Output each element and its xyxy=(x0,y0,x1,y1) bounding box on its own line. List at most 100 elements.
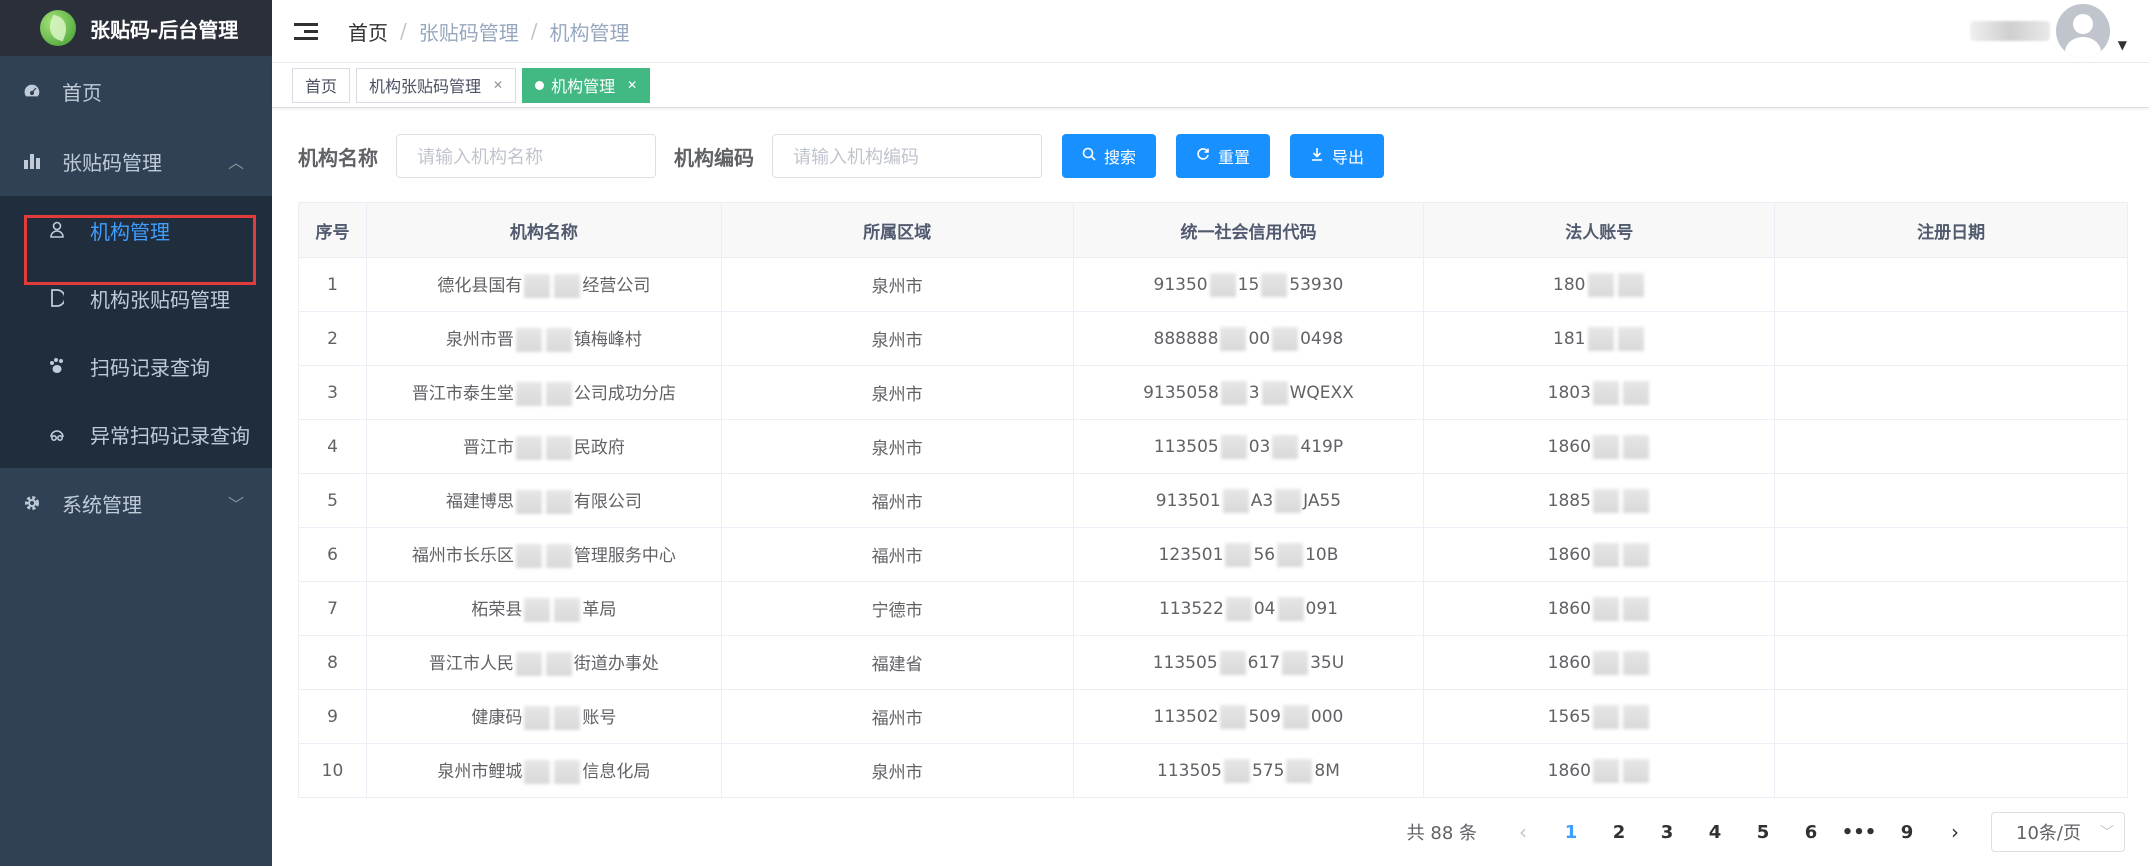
breadcrumb-poster-code: 张贴码管理 xyxy=(418,20,519,45)
cell-name: 泉州市晋 镇梅峰村 xyxy=(365,311,722,366)
tag-org-management[interactable]: 机构管理 ✕ xyxy=(522,67,651,103)
page-1[interactable]: 1 xyxy=(1547,822,1595,843)
table-row[interactable]: 3 晋江市泰生堂 公司成功分店 泉州市 9135058 3 WQEXX 1803 xyxy=(298,365,2128,420)
cell-legal-account: 1860 xyxy=(1423,581,1776,636)
cell-legal-account: 1565 xyxy=(1423,689,1776,744)
logo[interactable]: 张贴码-后台管理 xyxy=(0,0,272,56)
search-icon xyxy=(1082,147,1096,165)
table-row[interactable]: 7 柘荣县 革局 宁德市 113522 04 091 1860 xyxy=(298,581,2128,636)
more-pages-icon[interactable]: ••• xyxy=(1835,822,1883,843)
caret-down-icon[interactable]: ▼ xyxy=(2118,38,2127,52)
cell-region: 福州市 xyxy=(720,527,1074,582)
export-button[interactable]: 导出 xyxy=(1290,134,1385,178)
col-header-credit-code: 统一社会信用代码 xyxy=(1072,202,1425,258)
table-row[interactable]: 1 德化县国有 经营公司 泉州市 91350 15 53930 180 xyxy=(298,257,2128,312)
breadcrumb-separator: / xyxy=(400,19,407,43)
next-page-icon[interactable]: › xyxy=(1931,820,1979,844)
masked-blur xyxy=(1592,704,1619,729)
table-row[interactable]: 4 晋江市 民政府 泉州市 113505 03 419P 1860 xyxy=(298,419,2128,474)
sidebar-item-abnormal-scan-records[interactable]: 异常扫码记录查询 xyxy=(0,400,272,468)
table-row[interactable]: 8 晋江市人民 街道办事处 福建省 113505 617 35U 1860 xyxy=(298,635,2128,690)
export-button-label: 导出 xyxy=(1332,148,1365,167)
col-header-region: 所属区域 xyxy=(720,202,1074,258)
masked-blur xyxy=(1617,326,1644,351)
hamburger-icon[interactable] xyxy=(294,22,318,40)
tag-home[interactable]: 首页 xyxy=(292,67,351,103)
masked-blur xyxy=(554,706,581,730)
masked-blur xyxy=(1592,596,1619,621)
tag-label: 机构张贴码管理 xyxy=(369,77,482,96)
cell-no: 8 xyxy=(298,635,367,690)
masked-blur xyxy=(1592,434,1619,459)
cell-credit-code: 113502 509 000 xyxy=(1072,689,1425,744)
table-row[interactable]: 9 健康码 账号 福州市 113502 509 000 1565 xyxy=(298,689,2128,744)
cell-credit-code: 113522 04 091 xyxy=(1072,581,1425,636)
page-size-select[interactable]: 10条/页 ﹀ xyxy=(1991,812,2125,852)
tag-label: 首页 xyxy=(305,77,338,96)
page-3[interactable]: 3 xyxy=(1643,822,1691,843)
org-name-input[interactable]: 请输入机构名称 xyxy=(396,134,656,178)
masked-blur xyxy=(1592,380,1619,405)
gear-icon xyxy=(22,493,42,513)
masked-blur xyxy=(1622,758,1649,783)
table-row[interactable]: 10 泉州市鲤城 信息化局 泉州市 113505 575 8M 1860 xyxy=(298,743,2128,798)
search-button[interactable]: 搜索 xyxy=(1062,134,1157,178)
cell-region: 宁德市 xyxy=(720,581,1074,636)
sidebar-item-label: 机构张贴码管理 xyxy=(90,287,230,312)
breadcrumb: 首页 / 张贴码管理 / 机构管理 xyxy=(348,17,630,46)
org-code-input[interactable]: 请输入机构编码 xyxy=(772,134,1042,178)
page-5[interactable]: 5 xyxy=(1739,822,1787,843)
masked-blur xyxy=(1622,488,1649,513)
masked-blur xyxy=(1261,272,1288,297)
masked-blur xyxy=(1225,542,1252,567)
cell-reg-date xyxy=(1774,365,2128,420)
masked-blur xyxy=(1282,650,1309,675)
sidebar-item-home[interactable]: 首页 xyxy=(0,56,272,126)
sidebar-item-label: 异常扫码记录查询 xyxy=(90,423,250,448)
cell-no: 5 xyxy=(298,473,367,528)
masked-blur xyxy=(1220,326,1247,351)
breadcrumb-home[interactable]: 首页 xyxy=(348,17,388,46)
cell-no: 10 xyxy=(298,743,367,798)
cell-credit-code: 123501 56 10B xyxy=(1072,527,1425,582)
page-9[interactable]: 9 xyxy=(1883,822,1931,843)
avatar[interactable] xyxy=(2055,4,2110,58)
masked-blur xyxy=(1622,596,1649,621)
reset-button[interactable]: 重置 xyxy=(1176,134,1271,178)
page-6[interactable]: 6 xyxy=(1787,822,1835,843)
sidebar: 张贴码-后台管理 首页 张贴码管理 ︿ 机构管理 机构张贴码管理 扫码记录查询 … xyxy=(0,0,272,866)
masked-blur xyxy=(1220,380,1247,405)
sidebar-item-org-poster-code[interactable]: 机构张贴码管理 xyxy=(0,264,272,332)
prev-page-icon[interactable]: ‹ xyxy=(1499,820,1547,844)
dashboard-icon xyxy=(22,81,42,101)
navbar: 首页 / 张贴码管理 / 机构管理 ▼ xyxy=(272,0,2149,63)
cell-no: 9 xyxy=(298,689,367,744)
page-4[interactable]: 4 xyxy=(1691,822,1739,843)
cell-credit-code: 9135058 3 WQEXX xyxy=(1072,365,1425,420)
page-2[interactable]: 2 xyxy=(1595,822,1643,843)
table-row[interactable]: 6 福州市长乐区 管理服务中心 福州市 123501 56 10B 1860 xyxy=(298,527,2128,582)
sidebar-item-label: 机构管理 xyxy=(90,219,170,244)
tag-org-poster-code[interactable]: 机构张贴码管理 ✕ xyxy=(356,67,517,103)
table-header-row: 序号 机构名称 所属区域 统一社会信用代码 法人账号 注册日期 xyxy=(298,202,2128,258)
cell-region: 泉州市 xyxy=(720,743,1074,798)
masked-blur xyxy=(524,274,551,298)
sidebar-item-org-management[interactable]: 机构管理 xyxy=(0,196,272,264)
sidebar-item-system[interactable]: 系统管理 ﹀ xyxy=(0,468,272,538)
close-icon[interactable]: ✕ xyxy=(627,78,637,92)
search-button-label: 搜索 xyxy=(1104,148,1137,167)
user-menu[interactable]: ▼ xyxy=(1969,4,2127,58)
cell-region: 泉州市 xyxy=(720,311,1074,366)
cell-region: 福州市 xyxy=(720,689,1074,744)
masked-blur xyxy=(554,274,581,298)
table-row[interactable]: 2 泉州市晋 镇梅峰村 泉州市 888888 00 0498 181 xyxy=(298,311,2128,366)
sidebar-item-scan-records[interactable]: 扫码记录查询 xyxy=(0,332,272,400)
cell-credit-code: 113505 575 8M xyxy=(1072,743,1425,798)
sidebar-item-poster-code[interactable]: 张贴码管理 ︿ xyxy=(0,126,272,196)
cell-legal-account: 1860 xyxy=(1423,743,1776,798)
table-row[interactable]: 5 福建博思 有限公司 福州市 913501 A3 JA55 1885 xyxy=(298,473,2128,528)
masked-blur xyxy=(1617,272,1644,297)
chart-icon xyxy=(22,151,42,171)
close-icon[interactable]: ✕ xyxy=(493,78,503,92)
cell-credit-code: 113505 03 419P xyxy=(1072,419,1425,474)
